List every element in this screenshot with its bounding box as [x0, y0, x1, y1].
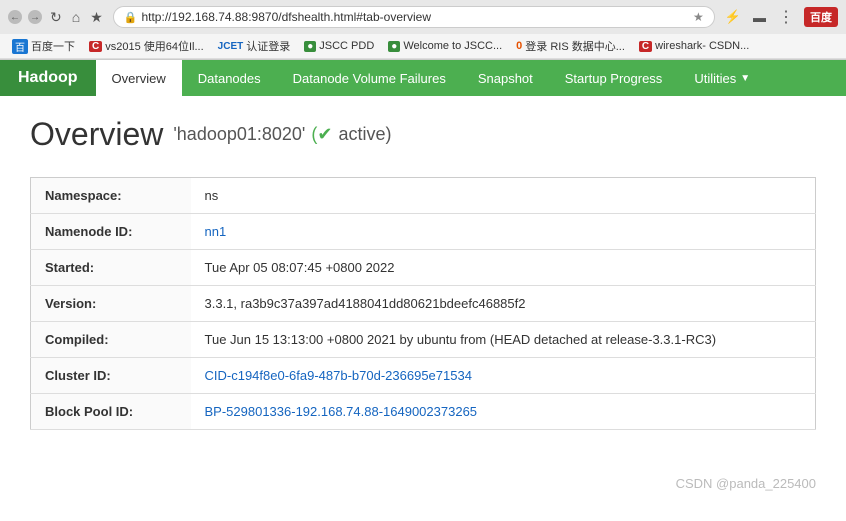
- table-row: Compiled: Tue Jun 15 13:13:00 +0800 2021…: [31, 322, 816, 358]
- row-label-namespace: Namespace:: [31, 178, 191, 214]
- nav-item-datanode-volume-failures[interactable]: Datanode Volume Failures: [277, 60, 462, 96]
- table-row: Cluster ID: CID-c194f8e0-6fa9-487b-b70d-…: [31, 358, 816, 394]
- bookmark-wireshark[interactable]: C wireshark- CSDN...: [635, 39, 753, 53]
- nav-item-datanodes[interactable]: Datanodes: [182, 60, 277, 96]
- info-table: Namespace: ns Namenode ID: nn1 Started: …: [30, 177, 816, 430]
- browser-chrome: ← → ↻ ⌂ ★ 🔒 http://192.168.74.88:9870/df…: [0, 0, 846, 60]
- table-row: Block Pool ID: BP-529801336-192.168.74.8…: [31, 394, 816, 430]
- page-title: Overview: [30, 116, 163, 153]
- table-row: Namespace: ns: [31, 178, 816, 214]
- check-icon: (✔: [311, 124, 332, 145]
- jscc-icon: ●: [304, 41, 316, 52]
- watermark-text: CSDN @panda_225400: [676, 476, 816, 491]
- row-label-compiled: Compiled:: [31, 322, 191, 358]
- content: Overview 'hadoop01:8020' (✔ active) Name…: [0, 96, 846, 450]
- table-row: Namenode ID: nn1: [31, 214, 816, 250]
- bookmark-jcet[interactable]: JCET 认证登录: [214, 37, 295, 55]
- table-row: Started: Tue Apr 05 08:07:45 +0800 2022: [31, 250, 816, 286]
- window-controls: ← → ↻ ⌂ ★: [8, 9, 105, 26]
- row-label-block-pool-id: Block Pool ID:: [31, 394, 191, 430]
- bookmark-baidu[interactable]: 百 百度一下: [8, 37, 79, 55]
- utilities-label: Utilities: [694, 71, 736, 86]
- bookmark-ris[interactable]: 0 登录 RIS 数据中心...: [512, 37, 629, 55]
- nav-item-overview[interactable]: Overview: [96, 60, 182, 96]
- forward-button[interactable]: →: [28, 10, 42, 24]
- watermark: CSDN @panda_225400: [676, 476, 816, 491]
- refresh-button[interactable]: ↻: [48, 9, 64, 26]
- browser-right-controls: ⚡ ▬ ⋮ 百度: [723, 7, 838, 27]
- nav-item-startup-progress[interactable]: Startup Progress: [549, 60, 679, 96]
- navbar-nav: Overview Datanodes Datanode Volume Failu…: [96, 60, 767, 96]
- row-label-cluster-id: Cluster ID:: [31, 358, 191, 394]
- ris-icon: 0: [516, 40, 522, 52]
- row-value-block-pool-id: BP-529801336-192.168.74.88-1649002373265: [191, 394, 816, 430]
- welcome-icon: ●: [388, 41, 400, 52]
- table-row: Version: 3.3.1, ra3b9c37a397ad4188041dd8…: [31, 286, 816, 322]
- block-pool-id-link[interactable]: BP-529801336-192.168.74.88-1649002373265: [205, 404, 478, 419]
- titlebar: ← → ↻ ⌂ ★ 🔒 http://192.168.74.88:9870/df…: [0, 0, 846, 34]
- extensions-button[interactable]: ⚡: [723, 9, 743, 25]
- user-button[interactable]: ▬: [751, 10, 768, 25]
- row-label-started: Started:: [31, 250, 191, 286]
- back-button[interactable]: ←: [8, 10, 22, 24]
- bookmark-star[interactable]: ★: [693, 10, 704, 24]
- subtitle-text: 'hadoop01:8020': [173, 124, 305, 145]
- navbar: Hadoop Overview Datanodes Datanode Volum…: [0, 60, 846, 96]
- row-label-version: Version:: [31, 286, 191, 322]
- row-label-namenode-id: Namenode ID:: [31, 214, 191, 250]
- address-bar[interactable]: 🔒 http://192.168.74.88:9870/dfshealth.ht…: [113, 6, 715, 28]
- namenode-id-link[interactable]: nn1: [205, 224, 227, 239]
- row-value-namespace: ns: [191, 178, 816, 214]
- row-value-started: Tue Apr 05 08:07:45 +0800 2022: [191, 250, 816, 286]
- bookmark-button[interactable]: ★: [88, 9, 105, 26]
- url-text: http://192.168.74.88:9870/dfshealth.html…: [141, 10, 689, 24]
- lock-icon: 🔒: [124, 11, 138, 24]
- baidu-icon: 百: [12, 39, 28, 54]
- home-button[interactable]: ⌂: [70, 9, 82, 25]
- baidu-logo: 百度: [804, 7, 838, 27]
- menu-button[interactable]: ⋮: [776, 7, 796, 27]
- wireshark-icon: C: [639, 41, 652, 52]
- bookmark-jscc-pdd[interactable]: ● JSCC PDD: [300, 39, 378, 53]
- nav-item-snapshot[interactable]: Snapshot: [462, 60, 549, 96]
- vs-icon: C: [89, 41, 102, 52]
- navbar-brand[interactable]: Hadoop: [0, 60, 96, 96]
- row-value-namenode-id: nn1: [191, 214, 816, 250]
- bookmark-welcome-jscc[interactable]: ● Welcome to JSCC...: [384, 39, 506, 53]
- page-title-area: Overview 'hadoop01:8020' (✔ active): [30, 116, 816, 153]
- page-subtitle: 'hadoop01:8020' (✔ active): [173, 124, 391, 145]
- row-value-version: 3.3.1, ra3b9c37a397ad4188041dd80621bdeef…: [191, 286, 816, 322]
- active-label: active): [338, 124, 391, 145]
- bookmark-vs2015[interactable]: C vs2015 使用64位Il...: [85, 37, 208, 55]
- utilities-dropdown-arrow: ▼: [740, 73, 750, 84]
- cluster-id-link[interactable]: CID-c194f8e0-6fa9-487b-b70d-236695e71534: [205, 368, 472, 383]
- jcet-icon: JCET: [218, 41, 244, 52]
- row-value-cluster-id: CID-c194f8e0-6fa9-487b-b70d-236695e71534: [191, 358, 816, 394]
- bookmarks-bar: 百 百度一下 C vs2015 使用64位Il... JCET 认证登录 ● J…: [0, 34, 846, 59]
- nav-item-utilities[interactable]: Utilities ▼: [678, 60, 766, 96]
- row-value-compiled: Tue Jun 15 13:13:00 +0800 2021 by ubuntu…: [191, 322, 816, 358]
